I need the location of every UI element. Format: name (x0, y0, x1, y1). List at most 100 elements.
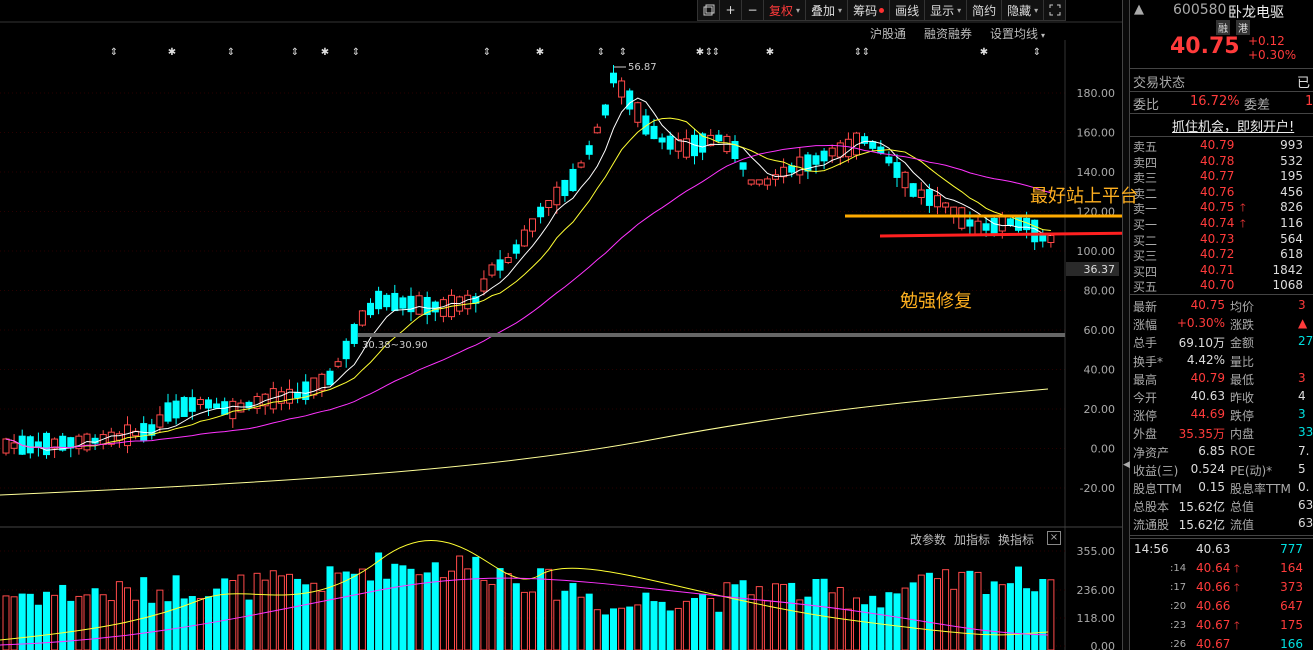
chevron-down-icon: ▾ (796, 5, 801, 15)
stat-row[interactable]: 总股本 15.62亿总值 636 (1130, 498, 1313, 515)
candle-body (763, 178, 771, 186)
volume-bar (553, 599, 561, 650)
up-arrow-icon: 🡑 (1234, 562, 1240, 575)
volume-bar (998, 584, 1006, 650)
ask-row[interactable]: 卖四 40.78 532 (1130, 154, 1313, 170)
open-account-banner[interactable]: 抓住机会，即刻开户! (1130, 116, 1313, 135)
weibi-label: 委比 (1133, 98, 1160, 113)
stat-value: 3 (1298, 298, 1306, 312)
edit-params-link[interactable]: 改参数 (910, 531, 946, 548)
tick-row[interactable]: 14:56 40.63 777 (1130, 542, 1313, 560)
volume-bar (75, 595, 83, 650)
draw-line-button[interactable]: 画线 (890, 0, 926, 21)
stat-label: 最新 (1133, 300, 1158, 314)
fuquan-dropdown[interactable]: 复权 ▾ (764, 0, 807, 21)
price-tick-label: 0.00 (1091, 443, 1116, 456)
bid-row[interactable]: 买四 40.71 1842 (1130, 263, 1313, 279)
ask-row[interactable]: 卖二 40.76 456 (1130, 184, 1313, 201)
ask-row[interactable]: 卖一 40.75 🡑 826 (1130, 200, 1313, 216)
stat-row[interactable]: 收益(三) 0.524 PE(动)* 5 (1130, 462, 1313, 479)
candle-body (188, 397, 196, 412)
candle-body (747, 179, 755, 185)
bid-row[interactable]: 买二 40.73 564 (1130, 232, 1313, 248)
minus-icon[interactable]: − (742, 0, 764, 21)
overlay-dropdown[interactable]: 叠加 ▾ (806, 0, 849, 21)
margin-trading-link[interactable]: 融资融券 (924, 25, 972, 42)
volume-bar (18, 593, 26, 650)
ask-row[interactable]: 卖五 40.79 993 (1130, 138, 1313, 154)
bid-row[interactable]: 买一 40.74 🡑 116 (1130, 216, 1313, 232)
tick-time: :14 (1170, 563, 1187, 574)
price-tick-label: 60.00 (1084, 324, 1116, 337)
stat-row[interactable]: 外盘 35.35万内盘 33.7 (1130, 425, 1313, 442)
hide-dropdown[interactable]: 隐藏 ▾ (1002, 0, 1045, 21)
bid-row[interactable]: 买三 40.72 618 (1130, 247, 1313, 263)
hk-connect-link[interactable]: 沪股通 (870, 25, 906, 42)
candle-body (294, 391, 302, 399)
tick-time: :23 (1170, 620, 1187, 631)
chips-button[interactable]: 筹码 (848, 0, 891, 21)
volume-bar (115, 581, 123, 650)
stat-label: 涨幅 (1133, 318, 1158, 333)
tick-time: :20 (1170, 601, 1187, 612)
ma-settings-link[interactable]: 设置均线 ▾ (990, 25, 1045, 42)
display-dropdown[interactable]: 显示 ▾ (925, 0, 968, 21)
volume-bar (132, 599, 140, 650)
tick-price: 40.64 (1196, 561, 1231, 575)
candle-body (415, 295, 423, 315)
window-icon[interactable] (698, 0, 720, 21)
stat-value: 33.7 (1298, 425, 1313, 440)
simple-button[interactable]: 简约 (967, 0, 1003, 21)
candle-body (1006, 218, 1014, 226)
stat-row[interactable]: 流通股 15.62亿流值 636 (1130, 516, 1313, 533)
panel-splitter[interactable] (1122, 0, 1130, 650)
stat-value: 636 (1298, 516, 1313, 531)
stat-row[interactable]: 今开 40.63 昨收 4 (1130, 389, 1313, 406)
chips-label: 筹码 (853, 3, 878, 18)
stat-row[interactable]: 涨停 44.69 跌停 3 (1130, 407, 1313, 424)
bid-row[interactable]: 买五 40.70 1068 (1130, 278, 1313, 294)
stat-value: 0.15 (1198, 480, 1225, 494)
candle-body (286, 388, 293, 404)
volume-bar (828, 592, 836, 650)
tick-row[interactable]: :14 40.64 🡑 164 (1130, 561, 1313, 579)
stat-row[interactable]: 净资产 6.85 ROE 7. (1130, 444, 1313, 461)
scroll-up-icon[interactable]: ▲ (1134, 2, 1144, 17)
volume-bar (140, 577, 148, 650)
stat-value: 44.69 (1190, 407, 1225, 422)
stat-label: 流通股 (1133, 518, 1170, 533)
volume-bar (318, 590, 326, 650)
candle-body (666, 135, 674, 150)
add-indicator-link[interactable]: 加指标 (954, 531, 990, 548)
volume-bar (982, 594, 990, 650)
stat-row[interactable]: 涨幅 +0.30% 涨跌 ▲ (1130, 316, 1313, 333)
stat-row[interactable]: 总手 69.10万金额 27. (1130, 334, 1313, 351)
stat-row[interactable]: 最新 40.75 均价 3 (1130, 298, 1313, 315)
ask-label: 卖四 (1133, 155, 1158, 170)
kline-chart-svg[interactable]: 180.00160.00140.00120.00100.0080.0060.00… (0, 0, 1245, 650)
stat-row[interactable]: 股息TTM 0.15 股息率TTM 0. (1130, 480, 1313, 497)
volume-bar (1031, 591, 1039, 650)
candle-body (934, 195, 941, 208)
tick-row[interactable]: :17 40.66 🡑 373 (1130, 580, 1313, 598)
stat-row[interactable]: 换手* 4.42% 量比 (1130, 353, 1313, 370)
candle-body (990, 217, 998, 235)
volume-bar (350, 573, 358, 650)
tick-time: :26 (1170, 639, 1187, 650)
kline-chart-area[interactable]: 180.00 160.00 140.00 120.00 100.00 80.00 60.00… (0, 0, 1245, 650)
tick-row[interactable]: :23 40.67 🡑 175 (1130, 618, 1313, 636)
ask-volume: 456 (1280, 184, 1303, 199)
tick-row[interactable]: :20 40.66 647 (1130, 599, 1313, 617)
close-icon[interactable]: × (1047, 531, 1061, 545)
ask-row[interactable]: 卖三 40.77 195 (1130, 169, 1313, 185)
volume-bar (780, 583, 788, 650)
candle-body (488, 264, 496, 276)
change-indicator-link[interactable]: 换指标 (998, 531, 1034, 548)
stat-value: 6.85 (1198, 443, 1225, 458)
stat-row[interactable]: 最高 40.79 最低 3 (1130, 371, 1313, 388)
collapse-arrow-icon[interactable]: ◀ (1123, 460, 1130, 470)
volume-bar (537, 568, 545, 650)
tick-row[interactable]: :26 40.67 166 (1130, 637, 1313, 650)
fullscreen-icon[interactable] (1044, 0, 1067, 21)
plus-icon[interactable]: + (720, 0, 742, 21)
